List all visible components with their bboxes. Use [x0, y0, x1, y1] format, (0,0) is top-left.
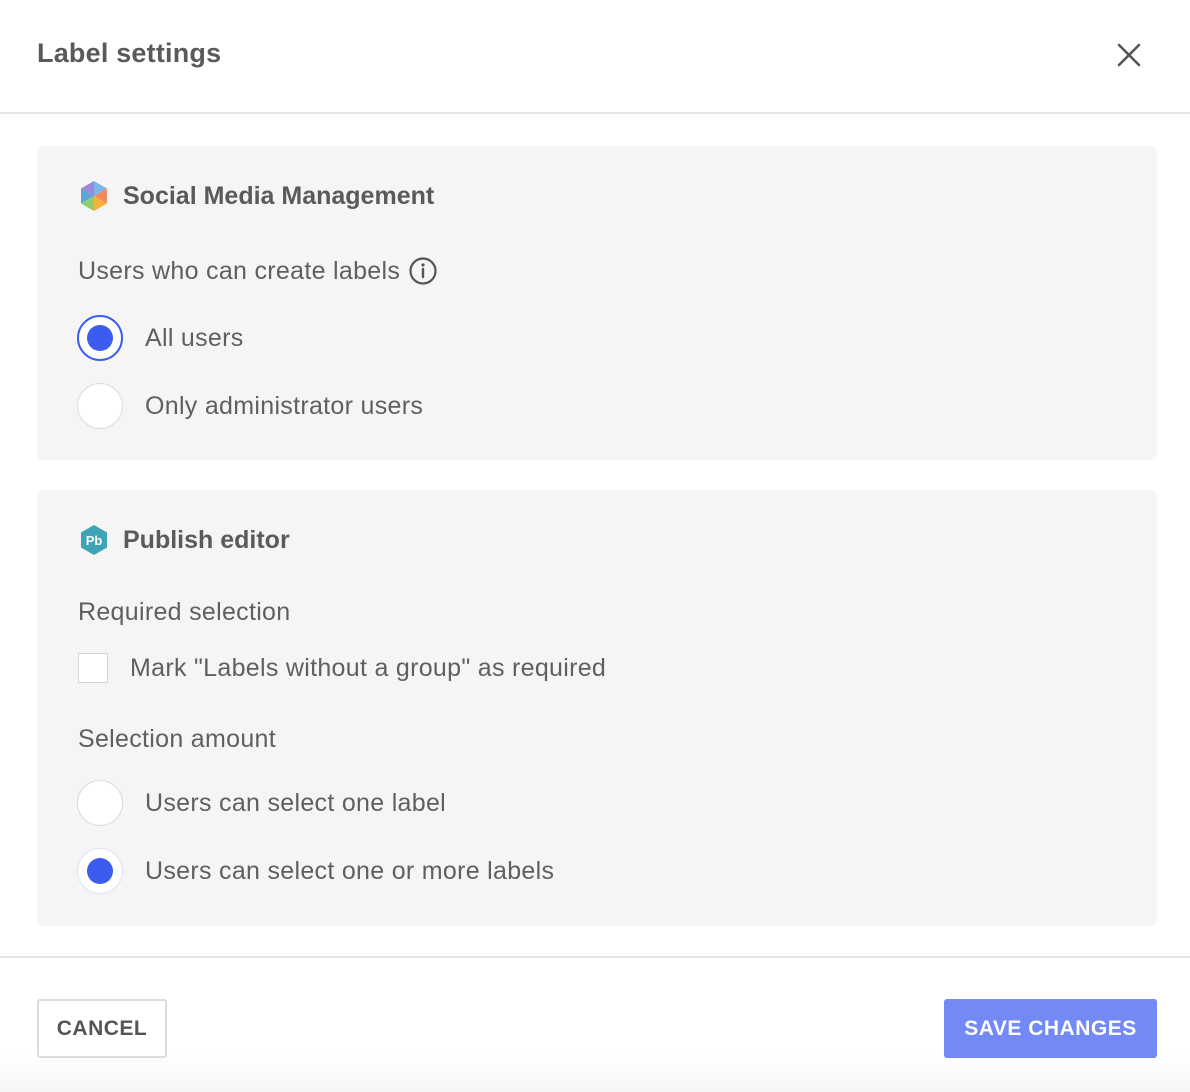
radio-button[interactable] [77, 848, 123, 894]
required-checkbox[interactable] [78, 653, 108, 683]
checkbox-label: Mark "Labels without a group" as require… [130, 653, 607, 682]
social-media-management-title: Social Media Management [123, 181, 435, 210]
cancel-button[interactable]: CANCEL [37, 999, 167, 1058]
radio-label: All users [145, 323, 244, 352]
mark-labels-without-group-required-option[interactable]: Mark "Labels without a group" as require… [78, 653, 606, 683]
social-media-management-card: Social Media Management Users who can cr… [37, 146, 1157, 460]
required-selection-label: Required selection [78, 598, 291, 626]
radio-button[interactable] [77, 780, 123, 826]
dialog-footer: CANCEL SAVE CHANGES [0, 956, 1190, 1092]
radio-option-only-administrator-users[interactable]: Only administrator users [77, 383, 423, 429]
radio-option-select-one-label[interactable]: Users can select one label [77, 780, 446, 826]
publish-editor-logo-icon: Pb [81, 525, 107, 555]
users-who-can-create-labels-label: Users who can create labels [78, 256, 438, 286]
radio-label: Users can select one label [145, 788, 447, 817]
radio-selected-dot [87, 858, 113, 884]
radio-label: Users can select one or more labels [145, 856, 555, 885]
radio-selected-dot [87, 325, 113, 351]
radio-button[interactable] [77, 383, 123, 429]
radio-button[interactable] [77, 315, 123, 361]
social-media-management-header: Social Media Management [79, 180, 434, 212]
dialog-title: Label settings [37, 38, 222, 68]
dialog-header: Label settings [0, 0, 1190, 114]
radio-option-all-users[interactable]: All users [77, 315, 244, 361]
close-button[interactable] [1110, 36, 1148, 74]
publish-editor-header: Pb Publish editor [79, 524, 290, 556]
save-changes-button[interactable]: SAVE CHANGES [944, 999, 1157, 1058]
social-media-management-logo-icon [81, 181, 107, 211]
selection-amount-label: Selection amount [78, 725, 276, 753]
close-icon [1117, 43, 1141, 67]
radio-option-select-one-or-more-labels[interactable]: Users can select one or more labels [77, 848, 554, 894]
radio-label: Only administrator users [145, 391, 424, 420]
publish-editor-title: Publish editor [123, 525, 290, 554]
svg-text:Pb: Pb [86, 533, 103, 548]
info-icon[interactable] [408, 256, 438, 286]
users-label-text: Users who can create labels [78, 256, 401, 285]
publish-editor-card: Pb Publish editor Required selection Mar… [37, 490, 1157, 926]
